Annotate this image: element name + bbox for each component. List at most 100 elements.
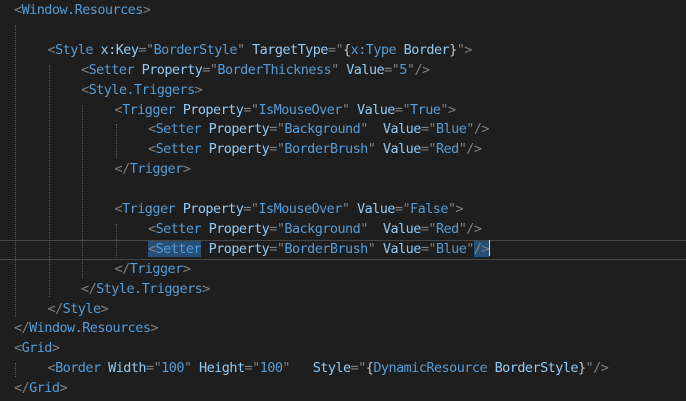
- code-token: <: [114, 101, 123, 118]
- code-line-text: </Grid>: [14, 379, 68, 399]
- code-line[interactable]: </Window.Resources>: [0, 319, 686, 339]
- code-token: }: [449, 41, 457, 58]
- code-token: Value: [349, 101, 395, 118]
- code-token: Property: [201, 141, 270, 158]
- code-token: />: [466, 141, 482, 158]
- code-line-text: </Window.Resources>: [14, 319, 159, 339]
- code-token: Style.Triggers: [96, 280, 203, 297]
- code-line[interactable]: <Setter Property="Background" Value="Blu…: [0, 120, 686, 140]
- code-token: ": [466, 240, 474, 257]
- code-token: <: [14, 2, 22, 18]
- code-token: >: [464, 41, 472, 58]
- code-token: Style: [55, 41, 93, 58]
- code-line[interactable]: <Style x:Key="BorderStyle" TargetType="{…: [0, 41, 686, 61]
- code-token: Value: [375, 141, 421, 158]
- text-caret: [489, 239, 491, 256]
- code-token: </: [114, 260, 131, 277]
- code-token: ": [466, 121, 474, 138]
- code-token: >: [194, 81, 203, 98]
- code-token: <: [81, 61, 89, 78]
- code-token: Value: [349, 201, 395, 217]
- code-token: =: [269, 240, 277, 257]
- code-token: <: [148, 220, 156, 237]
- code-line[interactable]: <Trigger Property="IsMouseOver" Value="F…: [0, 200, 686, 220]
- code-token: =: [244, 360, 253, 377]
- selected-text: <: [148, 240, 156, 257]
- code-line[interactable]: [0, 180, 686, 200]
- code-token: IsMouseOver: [258, 201, 342, 217]
- code-line[interactable]: <Trigger Property="IsMouseOver" Value="T…: [0, 101, 686, 121]
- code-token: Style.Triggers: [88, 81, 196, 98]
- code-token: ": [402, 101, 411, 118]
- code-line[interactable]: </Style.Triggers>: [0, 280, 686, 300]
- code-line-text: <Grid>: [14, 339, 60, 359]
- code-token: Trigger: [122, 101, 176, 118]
- code-line[interactable]: <Grid>: [0, 339, 686, 359]
- code-token: Property: [175, 101, 244, 118]
- code-token: />: [593, 360, 609, 377]
- code-line[interactable]: <Border Width="100" Height="100" Style="…: [0, 359, 686, 379]
- code-token: 100: [161, 360, 184, 377]
- code-line-text: </Style.Triggers>: [81, 280, 210, 300]
- code-token: Value: [338, 61, 385, 78]
- code-token: Property: [201, 121, 270, 138]
- code-token: Trigger: [122, 201, 176, 217]
- code-line[interactable]: </Trigger>: [0, 260, 686, 280]
- code-token: x:Type: [350, 41, 397, 58]
- code-token: ": [440, 101, 448, 118]
- code-token: Style: [62, 300, 101, 317]
- code-token: ": [358, 360, 366, 377]
- code-line[interactable]: <Setter Property="BorderBrush" Value="Re…: [0, 140, 686, 160]
- code-token: </: [47, 300, 64, 317]
- code-token: >: [447, 101, 456, 118]
- code-token: 5: [399, 61, 407, 78]
- code-line[interactable]: </Grid>: [0, 379, 686, 399]
- code-token: >: [59, 380, 68, 397]
- code-token: IsMouseOver: [258, 101, 342, 118]
- code-token: BorderThickness: [217, 61, 332, 78]
- code-line[interactable]: </Trigger>: [0, 160, 686, 180]
- indent-guide: [82, 104, 83, 278]
- code-token: Value: [375, 240, 421, 257]
- indent-guide: [115, 223, 117, 258]
- code-line-text: <Setter Property="Background" Value="Red…: [148, 220, 482, 240]
- code-token: Style: [290, 360, 351, 377]
- code-token: Grid: [29, 380, 60, 397]
- code-token: =: [269, 141, 277, 158]
- code-token: </: [14, 380, 30, 397]
- code-line[interactable]: <Setter Property="BorderThickness" Value…: [0, 61, 686, 81]
- code-token: <: [148, 121, 156, 138]
- code-token: x:Key: [92, 41, 139, 58]
- xaml-code-editor[interactable]: <Window.Resources> <Style x:Key="BorderSt…: [0, 0, 686, 401]
- indent-guide: [48, 64, 50, 298]
- code-token: ": [146, 41, 154, 58]
- code-line[interactable]: <Setter Property="BorderBrush" Value="Bl…: [0, 239, 686, 260]
- code-token: Red: [435, 141, 459, 158]
- code-token: BorderBrush: [284, 141, 368, 158]
- code-line-text: <Border Width="100" Height="100" Style="…: [48, 359, 609, 379]
- code-token: =: [243, 201, 251, 217]
- code-line[interactable]: </Style>: [0, 300, 686, 320]
- code-token: Blue: [435, 240, 467, 257]
- code-token: BorderBrush: [284, 240, 368, 257]
- code-token: Border: [396, 41, 450, 58]
- code-token: Property: [201, 220, 270, 237]
- code-line[interactable]: <Style.Triggers>: [0, 81, 686, 101]
- code-token: ": [331, 61, 339, 78]
- code-token: Width: [100, 360, 147, 377]
- code-token: BorderStyle: [487, 360, 579, 377]
- code-token: =: [202, 61, 210, 78]
- code-token: Property: [134, 61, 203, 78]
- code-line[interactable]: <Window.Resources>: [0, 1, 686, 21]
- code-line-text: <Style.Triggers>: [81, 81, 203, 101]
- code-token: ": [428, 220, 436, 237]
- code-line[interactable]: [0, 21, 686, 41]
- code-token: </: [14, 320, 30, 337]
- code-line-text: <Window.Resources>: [14, 1, 151, 21]
- code-line[interactable]: <Setter Property="Background" Value="Red…: [0, 220, 686, 240]
- code-line-text: </Trigger>: [115, 160, 191, 180]
- code-line-text: <Setter Property="BorderBrush" Value="Re…: [148, 140, 482, 160]
- code-token: ": [236, 41, 245, 58]
- code-token: True: [410, 101, 441, 118]
- code-token: Grid: [21, 340, 53, 357]
